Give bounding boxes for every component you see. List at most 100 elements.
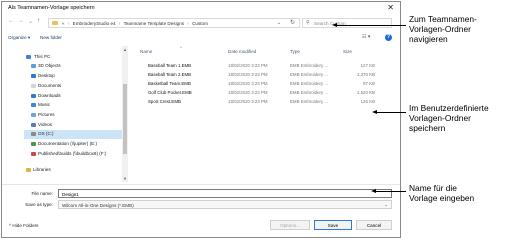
callout-line-enter-name — [375, 191, 406, 192]
address-bar[interactable]: « › EmbroideryStudio e4 › Teamname Templ… — [48, 18, 300, 28]
file-date: 18/02/2020 3:23 PM — [228, 90, 268, 95]
sidebar-item-documentation[interactable]: Documentation (\\jupiter) (E:) — [38, 141, 97, 146]
up-arrow-icon[interactable]: ↑ — [37, 18, 40, 24]
file-name: Sport Crest.EMB — [148, 99, 181, 104]
column-header-date[interactable]: Date modified — [228, 49, 256, 54]
file-type: EMB Embroidery ... — [290, 63, 329, 68]
pictures-icon — [31, 113, 36, 117]
search-input[interactable]: ⚲ Search Custom — [302, 18, 392, 28]
file-name: Baseball Team 1.EMB — [148, 63, 192, 68]
documents-icon — [31, 84, 36, 88]
toolbar: Organize ▾ New folder ☷ ▾ ? — [2, 32, 400, 44]
file-size: 127 KB — [360, 63, 375, 68]
file-date: 18/02/2020 3:23 PM — [228, 81, 268, 86]
breadcrumb-separator: › — [187, 20, 189, 26]
breadcrumb-item[interactable]: Custom — [192, 21, 208, 26]
sort-ascending-icon: ^ — [180, 45, 182, 50]
new-folder-button[interactable]: New folder — [40, 35, 62, 40]
file-type: EMB Embroidery ... — [290, 81, 329, 86]
file-name: Baseball Team 2.EMB — [148, 72, 192, 77]
navigation-bar: ← → ⌄ ↑ « › EmbroideryStudio e4 › Teamna… — [2, 16, 400, 30]
sidebar-item-desktop[interactable]: Desktop — [38, 73, 55, 78]
callout-enter-name-line-2: Vorlage eingeben — [409, 193, 475, 203]
back-arrow-icon[interactable]: ← — [8, 18, 14, 24]
sidebar-item-published-builds[interactable]: Published\builds (\\buildbox9) (F:) — [38, 151, 106, 156]
save-type-value: Wilcom All-in-One Designs (*.EMB) — [62, 202, 134, 208]
callout-save-custom-line-1: Im Benutzerdefinierte — [409, 103, 489, 113]
callout-navigate: Zum Teamnamen- Vorlagen-Ordner navigiere… — [409, 14, 477, 44]
hide-folders-toggle[interactable]: ^ Hide Folders — [9, 223, 38, 228]
table-row[interactable]: Golf Club Pocket.EMB 18/02/2020 3:23 PM … — [130, 89, 400, 97]
table-row[interactable]: Baseball Team 1.EMB 18/02/2020 3:23 PM E… — [130, 62, 400, 70]
breadcrumb-separator: › — [67, 20, 70, 26]
breadcrumb-separator: › — [118, 20, 121, 26]
callout-navigate-line-3: navigieren — [409, 34, 448, 44]
music-icon — [31, 103, 36, 107]
callout-save-custom: Im Benutzerdefinierte Vorlagen-Ordner sp… — [409, 103, 489, 133]
save-type-select[interactable]: Wilcom All-in-One Designs (*.EMB) ⌄ — [58, 200, 392, 209]
recent-locations-chevron-icon[interactable]: ⌄ — [28, 18, 33, 25]
sidebar-item-libraries[interactable]: Libraries — [33, 167, 51, 172]
sidebar-item-3d-objects[interactable]: 3D Objects — [38, 63, 61, 68]
file-date: 18/02/2020 3:23 PM — [228, 99, 268, 104]
column-header-size[interactable]: Size — [343, 49, 352, 54]
column-header-type[interactable]: Type — [290, 49, 300, 54]
scroll-down-icon[interactable]: ▼ — [123, 176, 127, 181]
search-icon: ⚲ — [306, 20, 310, 26]
file-type: EMB Embroidery ... — [290, 72, 329, 77]
file-name: Basketball Team.EMB — [148, 81, 191, 86]
breadcrumb-item[interactable]: EmbroideryStudio e4 — [73, 21, 116, 26]
pc-icon — [26, 55, 31, 59]
folder-icon — [52, 21, 58, 25]
file-name: Golf Club Pocket.EMB — [148, 90, 192, 95]
column-header-name[interactable]: Name — [140, 49, 152, 54]
address-dropdown-icon[interactable]: ⌄ — [277, 20, 281, 26]
callout-save-custom-line-3: speichern — [409, 123, 446, 133]
file-name-field[interactable]: Design1 — [58, 189, 392, 198]
close-icon[interactable]: ✕ — [387, 3, 394, 12]
save-button[interactable]: Save — [314, 220, 352, 230]
table-row[interactable]: Basketball Team.EMB 18/02/2020 3:23 PM E… — [130, 80, 400, 88]
scrollbar-thumb[interactable] — [123, 84, 127, 154]
sidebar-item-documents[interactable]: Documents — [38, 83, 61, 88]
navigation-pane: This PC 3D Objects Desktop Documents Dow… — [2, 46, 127, 182]
save-type-label: Save as type: — [25, 202, 53, 207]
navigation-pane-scrollbar[interactable]: ▲ ▼ — [122, 46, 128, 182]
breadcrumb: « › EmbroideryStudio e4 › Teamname Templ… — [62, 21, 208, 26]
network-drive-icon — [31, 152, 36, 156]
scroll-up-icon[interactable]: ▲ — [123, 47, 127, 52]
callout-line-save-custom — [376, 112, 406, 113]
sidebar-item-pictures[interactable]: Pictures — [38, 112, 55, 117]
options-button[interactable]: Options... — [270, 220, 310, 230]
file-size: 97 KB — [363, 81, 375, 86]
file-name-label: File name: — [31, 191, 53, 196]
sidebar-item-downloads[interactable]: Downloads — [38, 93, 61, 98]
forward-arrow-icon[interactable]: → — [18, 18, 24, 24]
drive-icon — [31, 132, 36, 136]
breadcrumb-item[interactable]: Teamname Template Designs — [124, 21, 184, 26]
view-options-icon[interactable]: ☷ ▾ — [362, 34, 370, 40]
callout-enter-name-line-1: Name für die — [409, 183, 457, 193]
file-type: EMB Embroidery ... — [290, 99, 329, 104]
organize-menu[interactable]: Organize ▾ — [8, 35, 30, 41]
sidebar-item-videos[interactable]: Videos — [38, 122, 52, 127]
callout-arrow-navigate — [332, 23, 337, 27]
callout-navigate-line-2: Vorlagen-Ordner — [409, 24, 471, 34]
callout-line-navigate — [336, 25, 406, 26]
file-type: EMB Embroidery ... — [290, 90, 329, 95]
table-row[interactable]: Baseball Team 2.EMB 18/02/2020 3:23 PM E… — [130, 71, 400, 79]
cancel-button[interactable]: Cancel — [356, 220, 392, 230]
save-dialog: Als Teamnamen-Vorlage speichern ✕ ← → ⌄ … — [1, 1, 401, 238]
help-icon[interactable]: ? — [385, 34, 392, 41]
sidebar-item-this-pc[interactable]: This PC — [34, 54, 50, 59]
callout-navigate-line-1: Zum Teamnamen- — [409, 14, 477, 24]
sidebar-item-music[interactable]: Music — [38, 102, 50, 107]
network-drive-icon — [31, 142, 36, 146]
file-date: 18/02/2020 3:23 PM — [228, 72, 268, 77]
refresh-icon[interactable]: ↻ — [290, 19, 295, 26]
file-list: Name ^ Date modified Type Size Baseball … — [130, 45, 400, 182]
table-row[interactable]: Sport Crest.EMB 18/02/2020 3:23 PM EMB E… — [130, 98, 400, 106]
sidebar-item-os-c[interactable]: OS (C:) — [38, 131, 54, 136]
file-size: 126 KB — [360, 99, 375, 104]
breadcrumb-overflow[interactable]: « — [62, 21, 65, 26]
